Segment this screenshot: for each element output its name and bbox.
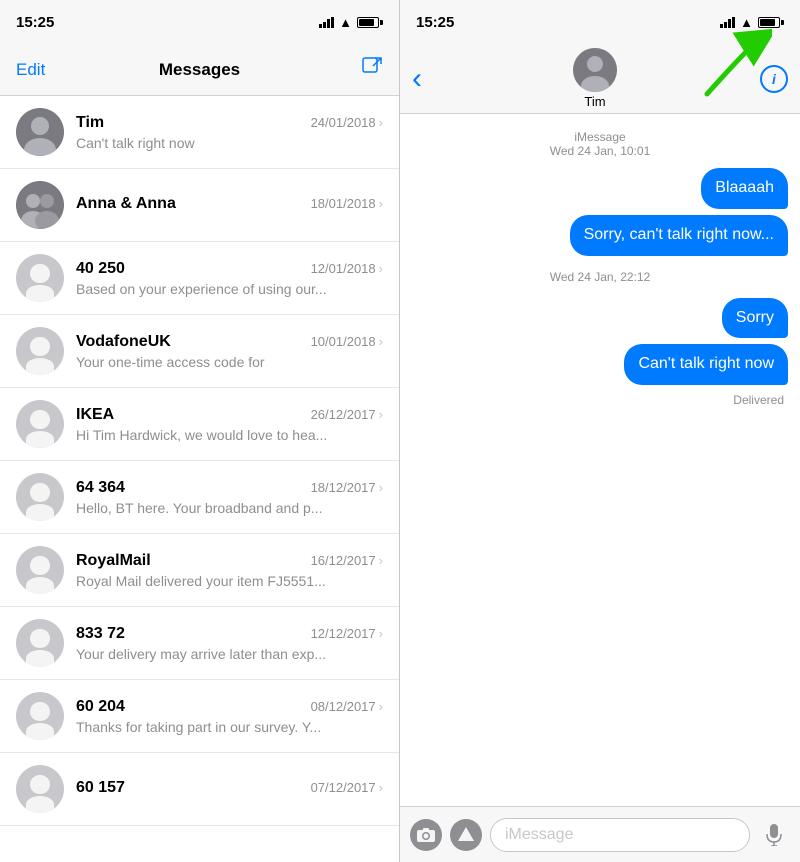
imessage-label: iMessage Wed 24 Jan, 10:01 (412, 130, 788, 158)
avatar (16, 619, 64, 667)
chat-messages: iMessage Wed 24 Jan, 10:01 Blaaaah Sorry… (400, 114, 800, 806)
delivered-label: Delivered (412, 393, 788, 407)
contact-name: Anna & Anna (76, 195, 176, 213)
signal-icon-left (319, 17, 334, 28)
contact-name: 60 204 (76, 698, 125, 716)
message-content: 60 204 08/12/2017 › Thanks for taking pa… (76, 698, 383, 735)
list-item[interactable]: 833 72 12/12/2017 › Your delivery may ar… (0, 607, 399, 680)
avatar (16, 473, 64, 521)
avatar (16, 765, 64, 813)
message-date: 12/12/2017 › (311, 626, 383, 641)
list-item[interactable]: VodafoneUK 10/01/2018 › Your one-time ac… (0, 315, 399, 388)
wifi-icon-left: ▲ (339, 15, 352, 30)
message-content: RoyalMail 16/12/2017 › Royal Mail delive… (76, 552, 383, 589)
message-preview: Royal Mail delivered your item FJ5551... (76, 573, 336, 589)
chat-avatar (573, 48, 617, 92)
messages-list-panel: 15:25 ▲ Edit Messages (0, 0, 400, 862)
avatar (16, 692, 64, 740)
battery-icon-left (357, 17, 383, 28)
contact-name: 833 72 (76, 625, 125, 643)
nav-title: Messages (56, 60, 343, 80)
list-item[interactable]: Tim 24/01/2018 › Can't talk right now (0, 96, 399, 169)
message-date: 07/12/2017 › (311, 780, 383, 795)
message-content: IKEA 26/12/2017 › Hi Tim Hardwick, we wo… (76, 406, 383, 443)
avatar (16, 327, 64, 375)
message-preview: Can't talk right now (76, 135, 336, 151)
message-date: 18/01/2018 › (311, 196, 383, 211)
camera-button[interactable] (410, 819, 442, 851)
contact-name: Tim (76, 114, 104, 132)
avatar (16, 181, 64, 229)
imessage-input[interactable]: iMessage (490, 818, 750, 852)
contact-name: 60 157 (76, 779, 125, 797)
message-preview: Your delivery may arrive later than exp.… (76, 646, 336, 662)
message-content: 833 72 12/12/2017 › Your delivery may ar… (76, 625, 383, 662)
list-item[interactable]: IKEA 26/12/2017 › Hi Tim Hardwick, we wo… (0, 388, 399, 461)
message-row: Sorry (412, 298, 788, 339)
list-item[interactable]: Anna & Anna 18/01/2018 › (0, 169, 399, 242)
status-icons-left: ▲ (319, 15, 383, 30)
message-bubble: Sorry, can't talk right now... (570, 215, 788, 256)
avatar (16, 254, 64, 302)
back-button[interactable]: ‹ (412, 64, 430, 94)
message-date: 12/01/2018 › (311, 261, 383, 276)
message-date: 24/01/2018 › (311, 115, 383, 130)
chat-nav-bar: ‹ Tim i (400, 44, 800, 114)
message-date: 16/12/2017 › (311, 553, 383, 568)
messages-nav-bar: Edit Messages (0, 44, 399, 96)
message-preview: Your one-time access code for (76, 354, 336, 370)
message-bubble: Can't talk right now (624, 344, 788, 385)
edit-button[interactable]: Edit (16, 60, 56, 80)
status-bar-left: 15:25 ▲ (0, 0, 399, 44)
appstore-button[interactable] (450, 819, 482, 851)
contact-name: 40 250 (76, 260, 125, 278)
time-right: 15:25 (416, 14, 454, 31)
contact-name: VodafoneUK (76, 333, 171, 351)
timestamp-divider: Wed 24 Jan, 22:12 (412, 270, 788, 284)
message-content: 40 250 12/01/2018 › Based on your experi… (76, 260, 383, 297)
list-item[interactable]: 64 364 18/12/2017 › Hello, BT here. Your… (0, 461, 399, 534)
message-date: 10/01/2018 › (311, 334, 383, 349)
green-arrow-annotation (692, 24, 772, 104)
compose-button[interactable] (343, 56, 383, 84)
avatar (16, 108, 64, 156)
message-content: 64 364 18/12/2017 › Hello, BT here. Your… (76, 479, 383, 516)
message-bubble: Sorry (722, 298, 788, 339)
contact-name: RoyalMail (76, 552, 151, 570)
input-placeholder: iMessage (505, 826, 573, 844)
list-item[interactable]: 60 157 07/12/2017 › (0, 753, 399, 826)
chat-contact-name: Tim (584, 94, 605, 109)
message-content: VodafoneUK 10/01/2018 › Your one-time ac… (76, 333, 383, 370)
chat-input-bar: iMessage (400, 806, 800, 862)
list-item[interactable]: 60 204 08/12/2017 › Thanks for taking pa… (0, 680, 399, 753)
info-icon: i (772, 71, 776, 87)
message-preview: Hi Tim Hardwick, we would love to hea... (76, 427, 336, 443)
message-preview: Hello, BT here. Your broadband and p... (76, 500, 336, 516)
message-date: 18/12/2017 › (311, 480, 383, 495)
message-bubble: Blaaaah (701, 168, 788, 209)
message-row: Can't talk right now (412, 344, 788, 385)
avatar (16, 546, 64, 594)
message-content: Anna & Anna 18/01/2018 › (76, 195, 383, 216)
contact-name: IKEA (76, 406, 114, 424)
message-date: 26/12/2017 › (311, 407, 383, 422)
message-content: Tim 24/01/2018 › Can't talk right now (76, 114, 383, 151)
list-item[interactable]: RoyalMail 16/12/2017 › Royal Mail delive… (0, 534, 399, 607)
message-date: 08/12/2017 › (311, 699, 383, 714)
chat-panel: 15:25 ▲ ‹ Ti (400, 0, 800, 862)
mic-button[interactable] (758, 819, 790, 851)
avatar (16, 400, 64, 448)
list-item[interactable]: 40 250 12/01/2018 › Based on your experi… (0, 242, 399, 315)
message-preview: Thanks for taking part in our survey. Y.… (76, 719, 336, 735)
contact-name: 64 364 (76, 479, 125, 497)
message-content: 60 157 07/12/2017 › (76, 779, 383, 800)
time-left: 15:25 (16, 14, 54, 31)
message-preview: Based on your experience of using our... (76, 281, 336, 297)
message-row: Sorry, can't talk right now... (412, 215, 788, 256)
message-row: Blaaaah (412, 168, 788, 209)
conversation-list: Tim 24/01/2018 › Can't talk right now (0, 96, 399, 862)
